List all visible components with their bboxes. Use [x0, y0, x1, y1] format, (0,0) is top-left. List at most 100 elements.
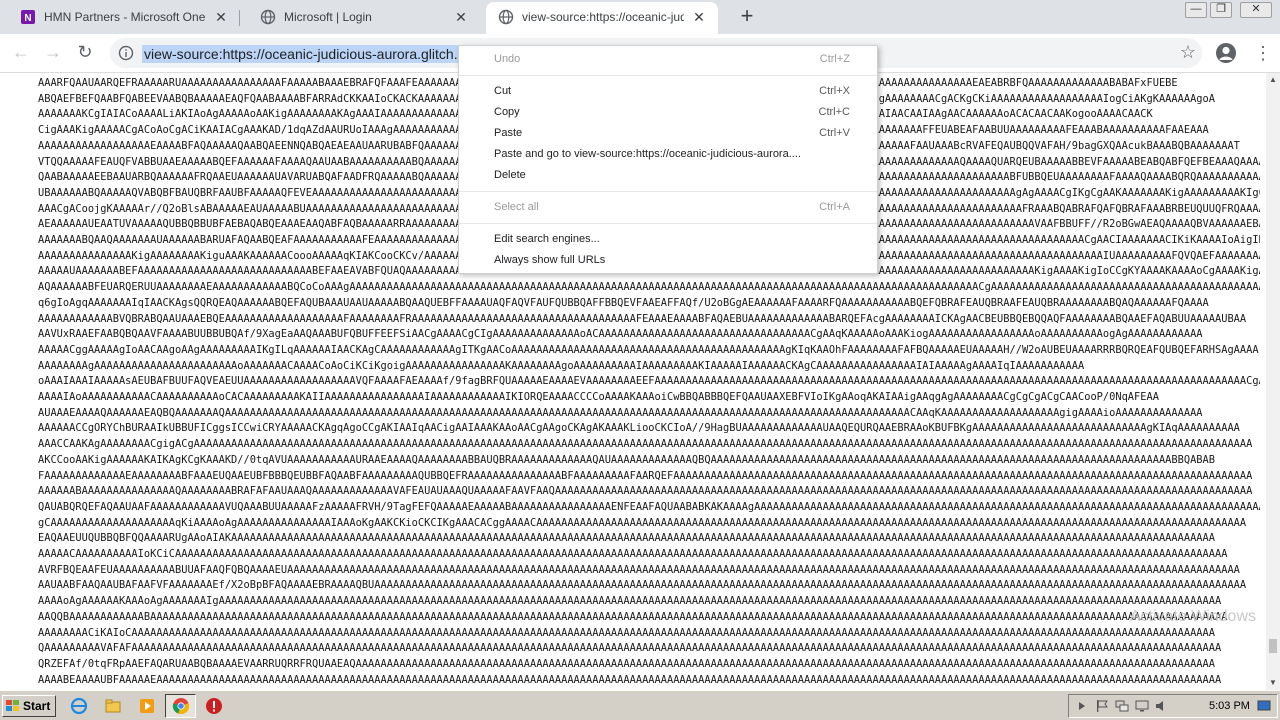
menu-item-cut[interactable]: Cut Ctrl+X [459, 81, 877, 102]
forward-button[interactable]: → [42, 42, 64, 64]
menu-item-label: Select all [494, 201, 539, 213]
menu-item-delete[interactable]: Delete [459, 165, 877, 186]
reload-button[interactable]: ↻ [74, 42, 96, 64]
menu-separator [459, 223, 877, 224]
close-window-button[interactable]: ✕ [1240, 2, 1272, 18]
menu-separator [459, 75, 877, 76]
menu-item-always-show-full-urls[interactable]: Always show full URLs [459, 250, 877, 271]
tab-close-icon[interactable]: ✕ [692, 10, 706, 24]
new-tab-button[interactable]: + [736, 5, 758, 28]
source-line: AAAABEAAAAUBFAAAAAEAAAAAAAAAAAAAAAAAAAAA… [38, 673, 1222, 686]
menu-item-label: Edit search engines... [494, 233, 600, 245]
monitor-icon[interactable] [1135, 700, 1149, 712]
volume-icon[interactable] [1155, 700, 1169, 712]
source-line: AAAAAAAAgAAAAAAAAAAAAAAAAAAAAAAAoAAAAAAA… [38, 359, 1085, 372]
source-line: FAAAAAAAAAAAAAEAAAAAAAABFAAAEUQAAEUBFBBB… [38, 469, 1253, 482]
source-line: AAAAIAoAAAAAAAAAAACAAAAAAAAAAoCACAAAAAAA… [38, 391, 1159, 403]
tray-arrow-icon[interactable] [1075, 700, 1089, 712]
windows-logo-icon [6, 700, 19, 711]
source-line: AAAAoAgAAAAAAKAAAoAgAAAAAAAIgAAAAAAAAAAA… [38, 595, 1222, 608]
file-explorer-icon[interactable] [104, 697, 122, 715]
source-line: QAAAAAAAAAVAFAFAAAAAAAAAAAAAAAAAAAAAAAAA… [38, 642, 1222, 655]
tab-strip: N HMN Partners - Microsoft OneNote O ✕ M… [0, 0, 1280, 34]
source-line: AVRFBQEAAFEUAAAAAAAAAABUUAFAAQFQBQAAAAEU… [38, 563, 1240, 576]
source-line: AAAAACggAAAAAgIoAACAAgoAAgAAAAAAAAAIKgIL… [38, 343, 1259, 356]
source-line: AKCCooAAKigAAAAAAKAIKAgKCgKAAAKD//0tqAVU… [38, 453, 1215, 466]
scroll-up-arrow-icon[interactable]: ▲ [1266, 73, 1280, 87]
menu-item-label: Cut [494, 85, 512, 97]
source-line: q6gIoAgqAAAAAAAIqIAACKAgsQQRQEAQAAAAAABQ… [38, 296, 1209, 309]
source-line: QRZEFAf/0tqFRpAAEFAQARUAABQBAAAAEVAARRUQ… [38, 657, 1215, 670]
taskbar: Start 5:03 PM [0, 690, 1280, 720]
source-line: QAUABQRQEFAQAAUAAFAAAAAAAAAAAAVUQAAABUUA… [38, 500, 1260, 513]
context-menu: Undo Ctrl+Z Cut Ctrl+X Copy Ctrl+C Paste Ctrl+V… [458, 45, 878, 274]
menu-item-shortcut: Ctrl+X [819, 85, 850, 97]
source-line: EAQAAEUUQUBBQBFQQAAAARUgAAoAIAKAAAAAAAAA… [38, 532, 1215, 545]
tab-title: Microsoft | Login [284, 10, 372, 24]
menu-item-paste[interactable]: Paste Ctrl+V [459, 123, 877, 144]
tab-onenote[interactable]: N HMN Partners - Microsoft OneNote O ✕ [8, 2, 240, 34]
tab-title: view-source:https://oceanic-judicio [522, 10, 684, 24]
onenote-icon: N [21, 10, 35, 24]
bookmark-star-icon[interactable]: ☆ [1180, 42, 1196, 63]
menu-item-undo: Undo Ctrl+Z [459, 49, 877, 70]
person-icon [1219, 46, 1233, 60]
menu-item-edit-search-engines[interactable]: Edit search engines... [459, 229, 877, 250]
source-line: AUAAAEAAAAQAAAAAAEAQBQAAAAAAAQAAAAAAAAAA… [38, 406, 1203, 419]
source-line: AAUAABFAAQAAUBAFAAFVFAAAAAAAEf/X2oBpBFAQ… [38, 579, 1247, 592]
vertical-scrollbar[interactable]: ▲ ▼ [1266, 73, 1280, 690]
start-button[interactable]: Start [2, 695, 56, 717]
scroll-down-arrow-icon[interactable]: ▼ [1266, 676, 1280, 690]
source-line: AAQQBAAAAAAAAAAAABAAAAAAAAAAAAAAAAAAAAAA… [38, 610, 1228, 623]
chrome-icon [172, 698, 190, 715]
menu-item-label: Delete [494, 169, 526, 181]
menu-item-shortcut: Ctrl+V [819, 127, 850, 139]
alert-app-icon[interactable] [205, 697, 223, 715]
tab-close-icon[interactable]: ✕ [214, 10, 228, 24]
globe-icon [498, 9, 514, 25]
menu-item-label: Copy [494, 106, 520, 118]
back-button[interactable]: ← [10, 42, 32, 64]
source-line: AAVUxRAAEFAABQBQAAVFAAAABUUBBUBQAf/9XagE… [38, 328, 1203, 341]
show-desktop-icon[interactable] [1257, 700, 1271, 712]
url-input[interactable]: view-source:https://oceanic-judicious-au… [142, 45, 480, 63]
media-player-icon[interactable] [138, 697, 156, 715]
source-line: AAAAAABAAAAAAAAAAAAAAAQAAAAAAAABRAFAFAAU… [38, 485, 1253, 498]
globe-icon [260, 9, 276, 25]
menu-item-paste-and-go-to-view-source-ht[interactable]: Paste and go to view-source:https://ocea… [459, 144, 877, 165]
tab-microsoft-login[interactable]: Microsoft | Login ✕ [248, 2, 480, 34]
tab-title: HMN Partners - Microsoft OneNote O [44, 10, 206, 24]
source-line: gCAAAAAAAAAAAAAAAAAAAAqKiAAAAoAgAAAAAAAA… [38, 516, 1247, 529]
menu-item-label: Undo [494, 53, 521, 65]
source-line: AAAAACAAAAAAAAAAIoKCiCAAAAAAAAAAAAAAAAAA… [38, 548, 1228, 560]
flag-icon[interactable] [1095, 700, 1109, 712]
scrollbar-thumb[interactable] [1269, 639, 1277, 653]
source-line: AAACCAAKAgAAAAAAAACgigACgAAAAAAAAAAAAAAA… [38, 438, 1253, 451]
start-label: Start [23, 699, 51, 713]
tab-close-icon[interactable]: ✕ [454, 10, 468, 24]
source-line: AQAAAAAABFEUARQERUUAAAAAAAAEAAAAAAAAAAAA… [38, 281, 1260, 294]
system-tray: 5:03 PM [1068, 694, 1278, 718]
profile-avatar-icon[interactable] [1216, 43, 1236, 63]
menu-item-label: Paste and go to view-source:https://ocea… [494, 148, 801, 160]
chrome-taskbar-button[interactable] [165, 694, 196, 718]
browser-menu-button[interactable]: ⋮ [1254, 42, 1272, 64]
source-line: oAAAIAAAIAAAAAsAEUBAFBUUFAQVEAEUUAAAAAAA… [38, 375, 1260, 388]
source-line: AAAAAAAAAAAABVQBRABQAAUAAAEBQEAAAAAAAAAA… [38, 312, 1247, 325]
info-icon[interactable] [118, 45, 134, 61]
clock[interactable]: 5:03 PM [1209, 695, 1250, 717]
menu-item-copy[interactable]: Copy Ctrl+C [459, 102, 877, 123]
source-line: AAAAAAAACiKAIoCAAAAAAAAAAAAAAAAAAAAAAAAA… [38, 626, 1215, 639]
svg-text:N: N [24, 13, 31, 24]
tab-view-source[interactable]: view-source:https://oceanic-judicio ✕ [486, 2, 718, 34]
menu-item-shortcut: Ctrl+A [819, 201, 850, 213]
source-line: AAAAAACCgORYChBURAAIkUBBUFICggsICCwiCRYA… [38, 422, 1240, 435]
internet-explorer-icon[interactable] [70, 697, 88, 715]
menu-item-shortcut: Ctrl+C [818, 106, 850, 118]
menu-item-select-all: Select all Ctrl+A [459, 197, 877, 218]
maximize-button[interactable]: ❐ [1210, 2, 1232, 18]
menu-item-label: Paste [494, 127, 523, 139]
menu-item-shortcut: Ctrl+Z [819, 53, 850, 65]
network-icon[interactable] [1115, 700, 1129, 712]
minimize-button[interactable]: — [1185, 2, 1207, 18]
